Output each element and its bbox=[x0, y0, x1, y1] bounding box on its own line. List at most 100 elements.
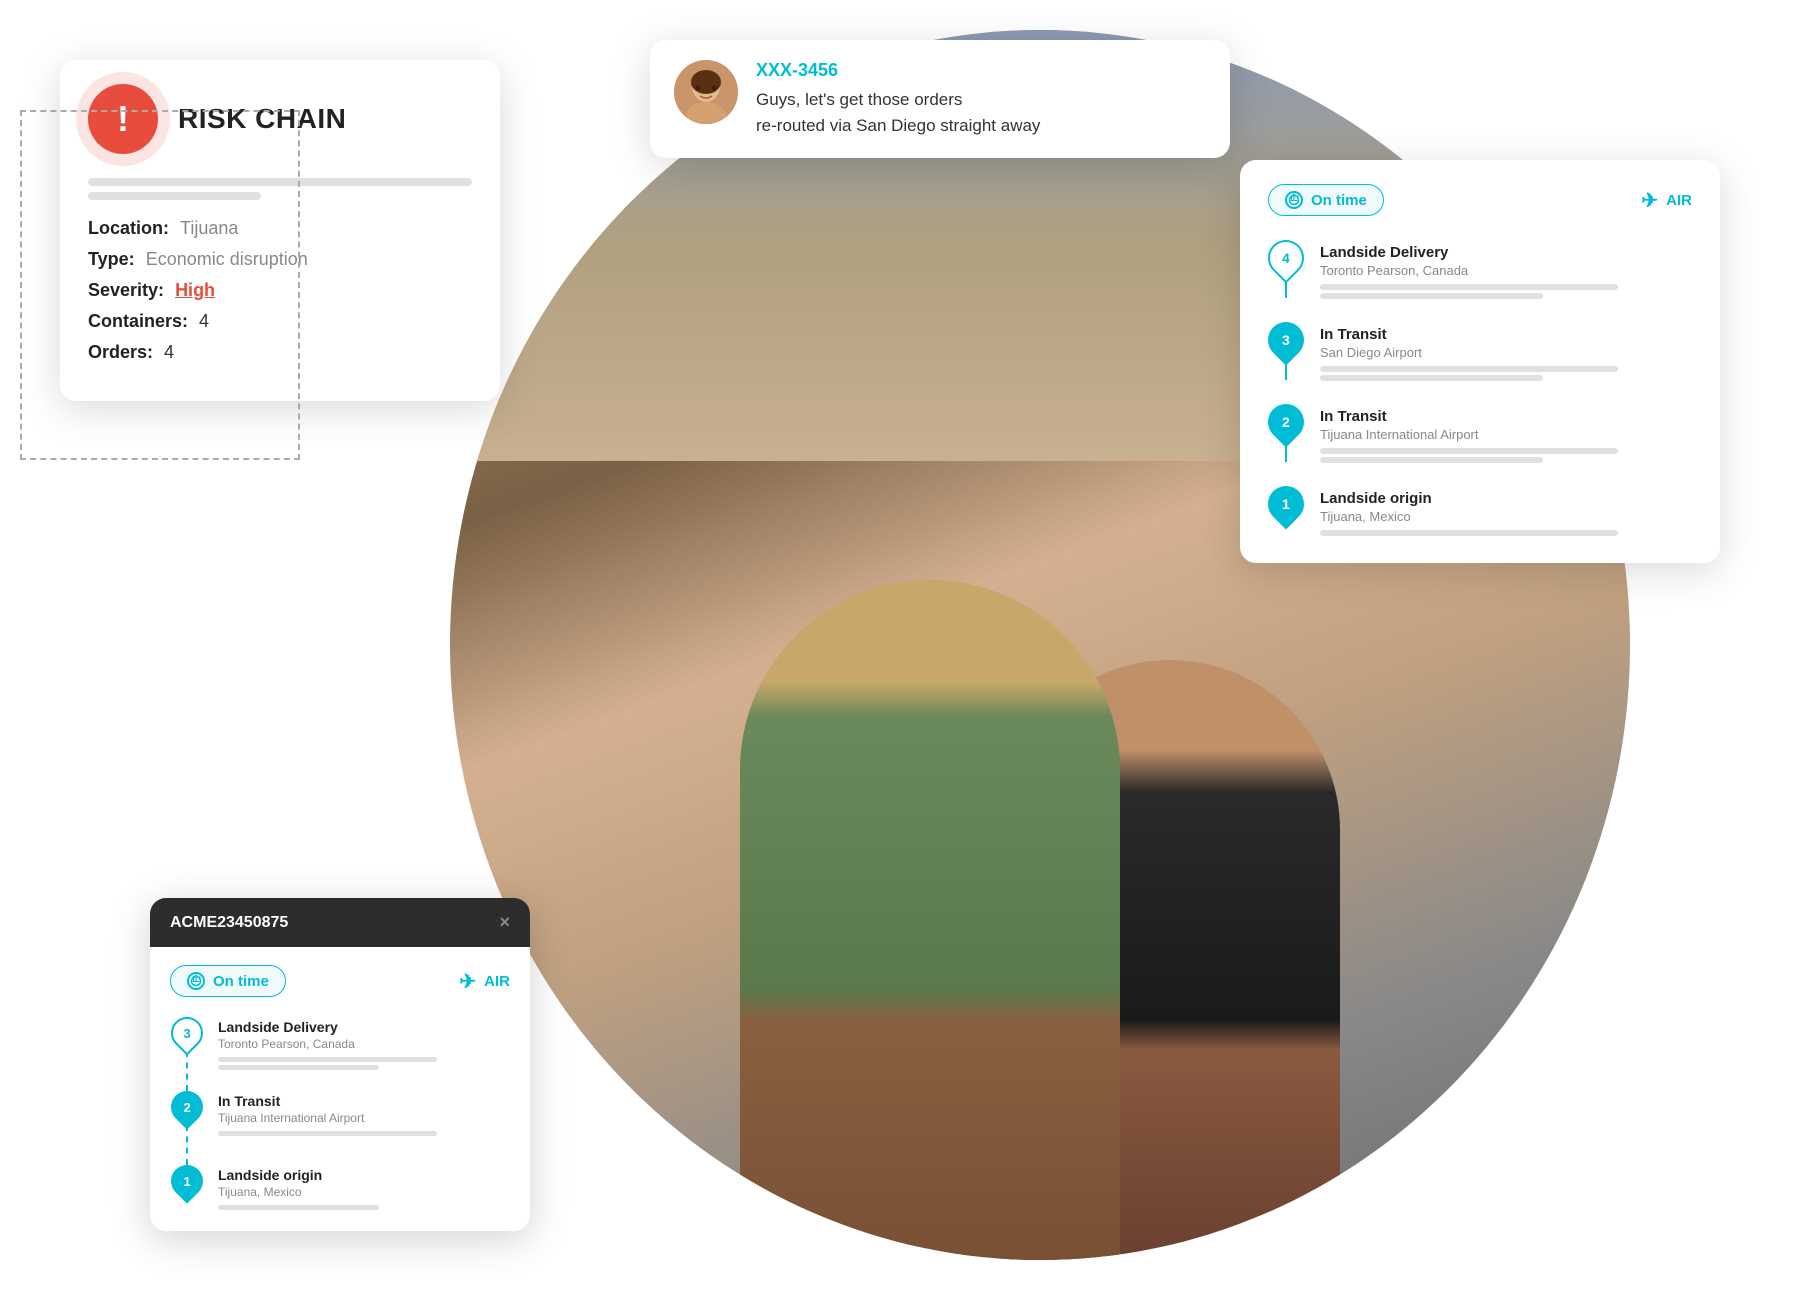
route-card-right-header: ⏱ On time ✈ AIR bbox=[1268, 184, 1692, 216]
s-sub-1: Tijuana, Mexico bbox=[218, 1185, 510, 1199]
stop-connector-2: 2 bbox=[1268, 404, 1304, 462]
label-containers: Containers: bbox=[88, 311, 188, 331]
label-orders: Orders: bbox=[88, 342, 153, 362]
value-type: Economic disruption bbox=[146, 249, 308, 269]
label-severity: Severity: bbox=[88, 280, 164, 300]
risk-chain-header: ! RISK CHAIN bbox=[60, 60, 500, 170]
stop-pin-3: 3 bbox=[1261, 315, 1312, 366]
decorative-lines bbox=[88, 178, 472, 200]
plane-icon-shipment: ✈ bbox=[459, 969, 476, 994]
shipment-card: ACME23450875 × ⏱ On time ✈ AIR bbox=[150, 898, 530, 1231]
s-bar-3b bbox=[218, 1065, 379, 1070]
stop-connector-1: 1 bbox=[1268, 486, 1304, 522]
gray-line-2 bbox=[88, 192, 261, 200]
value-severity: High bbox=[175, 280, 215, 300]
s-info-2: In Transit Tijuana International Airport bbox=[218, 1091, 510, 1157]
stop-bar-3b bbox=[1320, 375, 1543, 381]
s-connector-2: 2 bbox=[170, 1091, 204, 1165]
stop-bar-1a bbox=[1320, 530, 1618, 536]
s-pin-3: 3 bbox=[164, 1010, 209, 1055]
s-pin-num-3: 3 bbox=[183, 1026, 190, 1041]
route-stop-3: 3 In Transit San Diego Airport bbox=[1268, 322, 1692, 404]
stop-bar-3a bbox=[1320, 366, 1618, 372]
s-pin-1: 1 bbox=[164, 1158, 209, 1203]
chat-bubble: XXX-3456 Guys, let's get those orders re… bbox=[650, 40, 1230, 158]
value-containers: 4 bbox=[199, 311, 209, 331]
s-info-1: Landside origin Tijuana, Mexico bbox=[218, 1165, 510, 1213]
stop-connector-3: 3 bbox=[1268, 322, 1304, 380]
chat-content: XXX-3456 Guys, let's get those orders re… bbox=[756, 60, 1206, 138]
stop-pin-number-3: 3 bbox=[1282, 332, 1290, 348]
stop-bar-2b bbox=[1320, 457, 1543, 463]
route-card-right: ⏱ On time ✈ AIR 4 Landside Delivery To bbox=[1240, 160, 1720, 563]
field-orders: Orders: 4 bbox=[88, 342, 472, 363]
stop-bar-2a bbox=[1320, 448, 1618, 454]
risk-chain-body: Location: Tijuana Type: Economic disrupt… bbox=[60, 170, 500, 401]
route-stop-4: 4 Landside Delivery Toronto Pearson, Can… bbox=[1268, 240, 1692, 322]
plane-icon-right: ✈ bbox=[1641, 188, 1658, 213]
stop-title-2: In Transit bbox=[1320, 408, 1692, 425]
stop-info-3: In Transit San Diego Airport bbox=[1320, 322, 1692, 384]
risk-chain-card: ! RISK CHAIN Location: Tijuana Type: Eco… bbox=[60, 60, 500, 401]
s-pin-num-2: 2 bbox=[183, 1100, 190, 1115]
clock-icon-right: ⏱ bbox=[1285, 191, 1303, 209]
s-bar-3a bbox=[218, 1057, 437, 1062]
air-text-shipment: AIR bbox=[484, 973, 510, 990]
air-text-right: AIR bbox=[1666, 192, 1692, 209]
on-time-label-shipment: On time bbox=[213, 973, 269, 990]
s-title-1: Landside origin bbox=[218, 1167, 510, 1183]
on-time-badge-shipment: ⏱ On time bbox=[170, 965, 286, 997]
stop-pin-number-4: 4 bbox=[1282, 250, 1290, 266]
stop-pin-2: 2 bbox=[1261, 397, 1312, 448]
field-location: Location: Tijuana bbox=[88, 218, 472, 239]
s-line-2 bbox=[186, 1125, 188, 1165]
label-type: Type: bbox=[88, 249, 135, 269]
s-bar-2a bbox=[218, 1131, 437, 1136]
s-sub-3: Toronto Pearson, Canada bbox=[218, 1037, 510, 1051]
gray-line-1 bbox=[88, 178, 472, 186]
stop-title-4: Landside Delivery bbox=[1320, 244, 1692, 261]
on-time-badge-right: ⏱ On time bbox=[1268, 184, 1384, 216]
field-type: Type: Economic disruption bbox=[88, 249, 472, 270]
air-label-shipment: ✈ AIR bbox=[459, 969, 510, 994]
risk-chain-title: RISK CHAIN bbox=[178, 103, 346, 135]
close-button[interactable]: × bbox=[499, 912, 510, 933]
stop-pin-1: 1 bbox=[1261, 479, 1312, 530]
s-line-3 bbox=[186, 1051, 188, 1091]
shipment-header: ACME23450875 × bbox=[150, 898, 530, 947]
clock-icon-shipment: ⏱ bbox=[187, 972, 205, 990]
stop-subtitle-1: Tijuana, Mexico bbox=[1320, 509, 1692, 524]
stop-pin-number-1: 1 bbox=[1282, 496, 1290, 512]
stop-bar-4b bbox=[1320, 293, 1543, 299]
stop-info-4: Landside Delivery Toronto Pearson, Canad… bbox=[1320, 240, 1692, 302]
s-sub-2: Tijuana International Airport bbox=[218, 1111, 510, 1125]
stop-subtitle-4: Toronto Pearson, Canada bbox=[1320, 263, 1692, 278]
field-containers: Containers: 4 bbox=[88, 311, 472, 332]
shipment-route-header: ⏱ On time ✈ AIR bbox=[170, 965, 510, 997]
chat-message: Guys, let's get those orders re-routed v… bbox=[756, 87, 1206, 138]
label-location: Location: bbox=[88, 218, 169, 238]
main-scene: ! RISK CHAIN Location: Tijuana Type: Eco… bbox=[0, 0, 1800, 1311]
avatar-svg bbox=[674, 60, 738, 124]
s-pin-num-1: 1 bbox=[183, 1174, 190, 1189]
s-title-3: Landside Delivery bbox=[218, 1019, 510, 1035]
route-stop-2: 2 In Transit Tijuana International Airpo… bbox=[1268, 404, 1692, 486]
stop-info-1: Landside origin Tijuana, Mexico bbox=[1320, 486, 1692, 539]
shipment-stop-2: 2 In Transit Tijuana International Airpo… bbox=[170, 1091, 510, 1165]
shipment-body: ⏱ On time ✈ AIR 3 bbox=[150, 947, 530, 1231]
s-pin-2: 2 bbox=[164, 1084, 209, 1129]
shipment-stop-3: 3 Landside Delivery Toronto Pearson, Can… bbox=[170, 1017, 510, 1091]
shipment-stop-1: 1 Landside origin Tijuana, Mexico bbox=[170, 1165, 510, 1213]
stop-title-1: Landside origin bbox=[1320, 490, 1692, 507]
air-label-right: ✈ AIR bbox=[1641, 188, 1692, 213]
shipment-id: ACME23450875 bbox=[170, 914, 288, 932]
chat-user-id: XXX-3456 bbox=[756, 60, 1206, 81]
s-bar-1a bbox=[218, 1205, 379, 1210]
value-orders: 4 bbox=[164, 342, 174, 362]
stop-bar-4a bbox=[1320, 284, 1618, 290]
avatar bbox=[674, 60, 738, 124]
stop-connector-4: 4 bbox=[1268, 240, 1304, 298]
stop-pin-number-2: 2 bbox=[1282, 414, 1290, 430]
avatar-face bbox=[674, 60, 738, 124]
route-stops-right: 4 Landside Delivery Toronto Pearson, Can… bbox=[1268, 240, 1692, 539]
